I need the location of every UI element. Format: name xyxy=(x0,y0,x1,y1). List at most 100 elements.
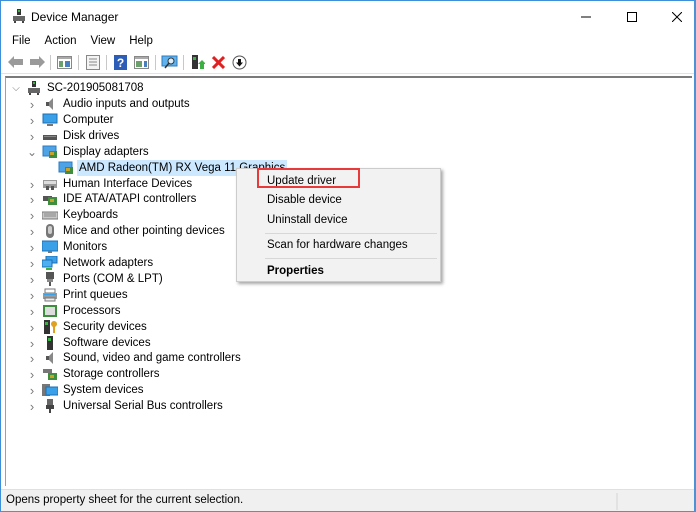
tree-root-label: SC-201905081708 xyxy=(47,82,144,94)
computer-icon xyxy=(42,113,58,126)
chevron-right-icon[interactable]: › xyxy=(27,223,37,239)
context-menu-scan-hardware[interactable]: Scan for hardware changes xyxy=(267,235,408,255)
tree-category[interactable]: › Software devices xyxy=(27,335,153,351)
tree-category-label: Print queues xyxy=(63,289,128,301)
mouse-icon xyxy=(46,224,54,238)
tree-category[interactable]: › Print queues xyxy=(27,287,130,303)
printer-icon xyxy=(43,288,57,302)
tree-category-label: Network adapters xyxy=(63,257,154,269)
context-menu-separator xyxy=(265,233,437,234)
tree-category-label: Display adapters xyxy=(63,146,149,158)
maximize-button[interactable] xyxy=(609,1,654,32)
scan-hardware-button[interactable] xyxy=(160,53,179,72)
device-manager-window: Device Manager File Action View Help ? ⌵… xyxy=(0,0,696,512)
chevron-right-icon[interactable]: › xyxy=(27,112,37,128)
tree-category[interactable]: › Ports (COM & LPT) xyxy=(27,271,165,287)
context-menu-properties[interactable]: Properties xyxy=(267,261,324,281)
toolbar-separator xyxy=(78,54,79,70)
tree-category[interactable]: › Sound, video and game controllers xyxy=(27,350,243,366)
minimize-button[interactable] xyxy=(563,1,608,32)
minimize-icon xyxy=(580,16,591,17)
close-icon xyxy=(671,11,682,22)
title-bar[interactable]: Device Manager xyxy=(1,1,694,32)
status-text: Opens property sheet for the current sel… xyxy=(6,494,244,506)
properties-button[interactable] xyxy=(83,53,102,72)
tree-category[interactable]: › IDE ATA/ATAPI controllers xyxy=(27,191,198,207)
chevron-right-icon[interactable]: › xyxy=(27,287,37,303)
chevron-right-icon[interactable]: › xyxy=(27,350,37,366)
action-pane-button[interactable] xyxy=(132,53,151,72)
usb-icon xyxy=(46,399,54,413)
chevron-right-icon[interactable]: › xyxy=(27,382,37,398)
close-button[interactable] xyxy=(654,1,696,32)
uninstall-device-button[interactable] xyxy=(209,53,228,72)
port-icon xyxy=(46,272,54,286)
tree-category[interactable]: › Human Interface Devices xyxy=(27,176,194,192)
tree-category[interactable]: › Mice and other pointing devices xyxy=(27,223,227,239)
network-icon xyxy=(42,256,58,270)
chevron-right-icon[interactable]: › xyxy=(27,303,37,319)
chevron-right-icon[interactable]: › xyxy=(27,207,37,223)
tree-category-label: Processors xyxy=(63,305,121,317)
context-menu-uninstall-device[interactable]: Uninstall device xyxy=(267,210,348,230)
tree-category-label: Keyboards xyxy=(63,209,118,221)
menu-action[interactable]: Action xyxy=(38,32,84,50)
tree-category[interactable]: › Network adapters xyxy=(27,255,155,271)
arrow-right-icon xyxy=(29,56,45,68)
tree-category[interactable]: › Audio inputs and outputs xyxy=(27,96,192,112)
chevron-right-icon[interactable]: › xyxy=(27,239,37,255)
software-device-icon xyxy=(47,336,53,350)
tree-category-label: Sound, video and game controllers xyxy=(63,352,241,364)
tree-category[interactable]: › Universal Serial Bus controllers xyxy=(27,398,225,414)
chevron-right-icon[interactable]: › xyxy=(27,128,37,144)
toolbar-separator xyxy=(50,54,51,70)
forward-button[interactable] xyxy=(27,53,46,72)
chevron-right-icon[interactable]: › xyxy=(27,319,37,335)
menu-bar: File Action View Help xyxy=(1,32,694,50)
ide-controller-icon xyxy=(43,196,57,205)
update-driver-highlight-box xyxy=(257,168,360,188)
chevron-right-icon[interactable]: › xyxy=(27,191,37,207)
chevron-right-icon[interactable]: › xyxy=(27,398,37,414)
help-button[interactable]: ? xyxy=(111,53,130,72)
monitor-icon xyxy=(42,240,58,253)
console-tree-button[interactable] xyxy=(55,53,74,72)
update-driver-button[interactable] xyxy=(188,53,207,72)
chevron-down-icon[interactable]: ⌵ xyxy=(11,80,21,96)
tree-category[interactable]: › Computer xyxy=(27,112,116,128)
tree-category[interactable]: › Keyboards xyxy=(27,207,120,223)
security-key-icon xyxy=(44,320,57,334)
chevron-right-icon[interactable]: › xyxy=(27,255,37,271)
context-menu-separator xyxy=(265,258,437,259)
storage-controller-icon xyxy=(43,369,57,380)
chevron-right-icon[interactable]: › xyxy=(27,335,37,351)
disk-drive-icon xyxy=(43,135,57,140)
chevron-right-icon[interactable]: › xyxy=(27,96,37,112)
chevron-right-icon[interactable]: › xyxy=(27,271,37,287)
tree-category[interactable]: › Storage controllers xyxy=(27,366,162,382)
tree-category[interactable]: › Monitors xyxy=(27,239,109,255)
back-button[interactable] xyxy=(6,53,25,72)
window-title: Device Manager xyxy=(31,10,119,24)
tree-root[interactable]: ⌵ SC-201905081708 xyxy=(11,80,146,96)
tree-category-label: Human Interface Devices xyxy=(63,178,193,190)
context-menu-disable-device[interactable]: Disable device xyxy=(267,190,342,210)
tree-category-label: Computer xyxy=(63,114,114,126)
chevron-right-icon[interactable]: › xyxy=(27,176,37,192)
tree-category[interactable]: › Processors xyxy=(27,303,123,319)
system-folder-icon xyxy=(42,384,58,396)
tree-category[interactable]: ⌄ Display adapters xyxy=(27,144,151,160)
chevron-down-icon[interactable]: ⌄ xyxy=(27,144,37,160)
arrow-left-icon xyxy=(7,56,23,68)
menu-file[interactable]: File xyxy=(5,32,38,50)
tree-category[interactable]: › System devices xyxy=(27,382,146,398)
menu-view[interactable]: View xyxy=(84,32,123,50)
chevron-right-icon[interactable]: › xyxy=(27,366,37,382)
disable-device-button[interactable] xyxy=(230,53,249,72)
menu-help[interactable]: Help xyxy=(122,32,160,50)
status-bar: Opens property sheet for the current sel… xyxy=(1,489,694,511)
tree-category[interactable]: › Security devices xyxy=(27,319,149,335)
tree-category[interactable]: › Disk drives xyxy=(27,128,121,144)
down-arrow-circle-icon xyxy=(232,55,247,69)
display-adapter-icon xyxy=(42,145,57,158)
